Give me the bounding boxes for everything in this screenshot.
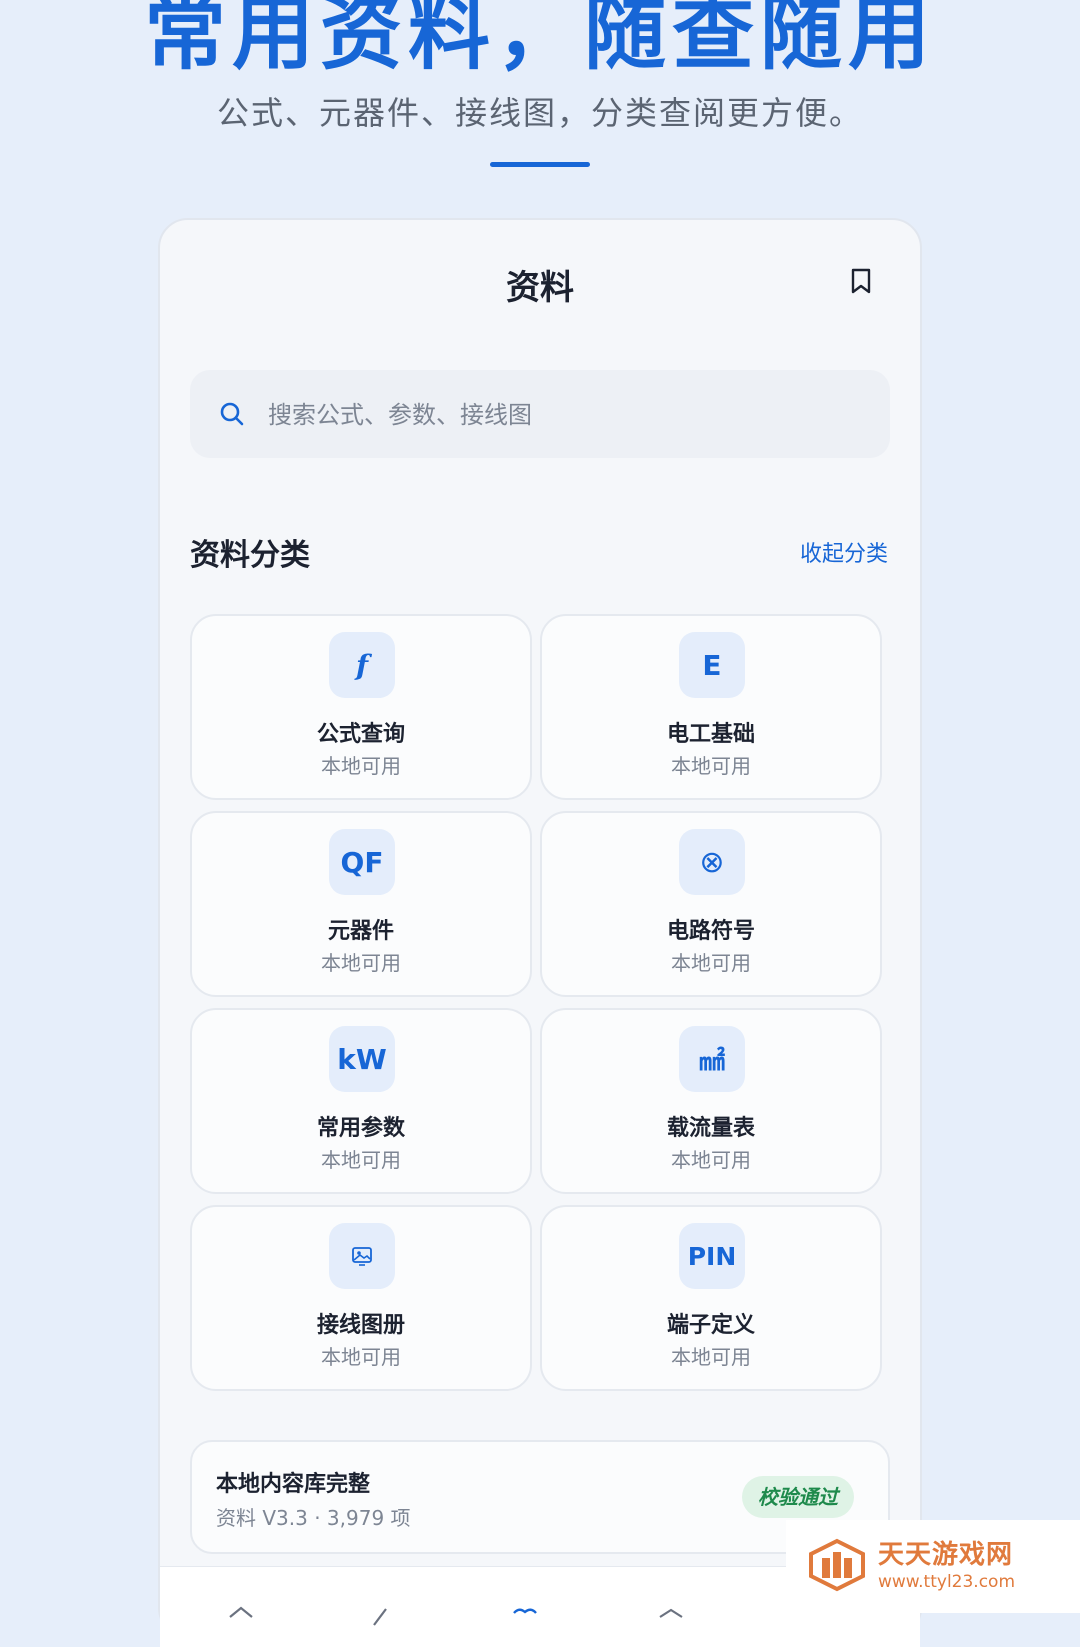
tile-status: 本地可用 xyxy=(321,754,401,778)
profile-icon[interactable] xyxy=(656,1603,686,1633)
hero-divider xyxy=(490,162,590,167)
tile-label: 接线图册 xyxy=(316,1313,405,1338)
category-tile-circuit-symbols[interactable]: ⊗ 电路符号 本地可用 xyxy=(540,811,882,997)
verification-badge: 校验通过 xyxy=(742,1476,854,1518)
image-icon xyxy=(329,1223,395,1289)
tile-status: 本地可用 xyxy=(321,1345,401,1369)
tile-label: 载流量表 xyxy=(666,1116,755,1141)
tile-status: 本地可用 xyxy=(671,1148,751,1172)
home-icon[interactable] xyxy=(226,1603,256,1633)
parameters-icon: kW xyxy=(329,1026,395,1092)
pin-icon: PIN xyxy=(679,1223,745,1289)
tile-status: 本地可用 xyxy=(321,1148,401,1172)
category-tile-parameters[interactable]: kW 常用参数 本地可用 xyxy=(190,1008,532,1194)
tile-label: 常用参数 xyxy=(316,1116,405,1141)
category-tile-formula[interactable]: f 公式查询 本地可用 xyxy=(190,614,532,800)
bookmark-icon[interactable] xyxy=(850,268,872,294)
tile-label: 电工基础 xyxy=(666,722,755,747)
tile-status: 本地可用 xyxy=(321,951,401,975)
watermark: 天天游戏网 www.ttyl23.com xyxy=(786,1520,1080,1613)
tile-label: 元器件 xyxy=(327,919,394,944)
category-tile-terminal-definitions[interactable]: PIN 端子定义 本地可用 xyxy=(540,1205,882,1391)
tile-status: 本地可用 xyxy=(671,1345,751,1369)
search-icon xyxy=(220,402,244,426)
components-icon: QF xyxy=(329,829,395,895)
library-version-info: 资料 V3.3 · 3,979 项 xyxy=(216,1506,411,1530)
ampacity-icon: ㎟ xyxy=(679,1026,745,1092)
library-icon[interactable] xyxy=(510,1603,540,1633)
library-status-title: 本地内容库完整 xyxy=(216,1472,371,1497)
electrical-basics-icon: E xyxy=(679,632,745,698)
section-title: 资料分类 xyxy=(190,538,310,573)
image-icon xyxy=(352,1247,372,1266)
hero-title: 常用资料，随查随用 xyxy=(143,0,936,81)
category-tile-components[interactable]: QF 元器件 本地可用 xyxy=(190,811,532,997)
tile-status: 本地可用 xyxy=(671,754,751,778)
tile-label: 端子定义 xyxy=(666,1313,755,1338)
category-grid: f 公式查询 本地可用 E 电工基础 本地可用 QF 元器件 本地可用 ⊗ 电路… xyxy=(190,614,890,1414)
formula-icon: f xyxy=(329,632,395,698)
page-title: 资料 xyxy=(506,268,574,308)
tile-status: 本地可用 xyxy=(671,951,751,975)
watermark-logo-icon xyxy=(809,1538,865,1592)
watermark-name: 天天游戏网 xyxy=(878,1540,1014,1570)
tile-label: 公式查询 xyxy=(316,722,405,747)
collapse-categories-link[interactable]: 收起分类 xyxy=(800,536,888,568)
phone-screen: 资料 资料分类 收起分类 f 公式查询 本地可用 E 电工基础 本地可用 QF … xyxy=(158,218,922,1647)
search-bar[interactable] xyxy=(190,370,890,458)
category-tile-electrical-basics[interactable]: E 电工基础 本地可用 xyxy=(540,614,882,800)
library-status-panel: 本地内容库完整 资料 V3.3 · 3,979 项 校验通过 xyxy=(190,1440,890,1554)
hero-subtitle: 公式、元器件、接线图，分类查阅更方便。 xyxy=(216,94,863,132)
edit-icon[interactable] xyxy=(366,1603,396,1633)
search-input[interactable] xyxy=(266,394,850,436)
category-tile-ampacity-table[interactable]: ㎟ 载流量表 本地可用 xyxy=(540,1008,882,1194)
category-tile-wiring-diagrams[interactable]: 接线图册 本地可用 xyxy=(190,1205,532,1391)
tile-label: 电路符号 xyxy=(666,919,755,944)
circuit-symbol-icon: ⊗ xyxy=(679,829,745,895)
watermark-url: www.ttyl23.com xyxy=(878,1572,1016,1592)
